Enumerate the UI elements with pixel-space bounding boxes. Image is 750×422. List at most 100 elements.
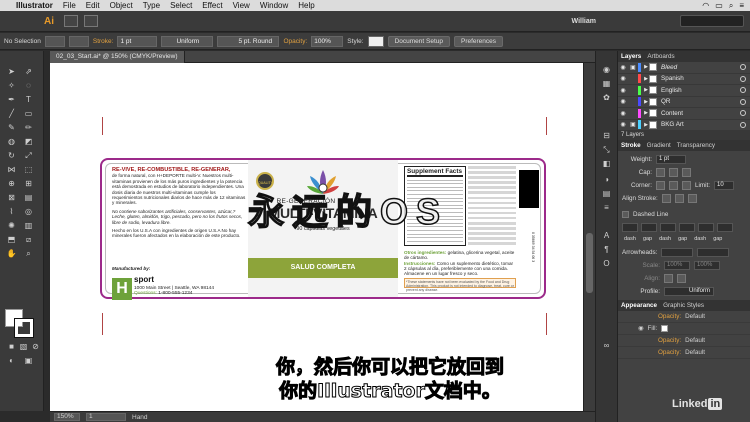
start-scale-field[interactable]: 100%: [664, 261, 690, 270]
transparency-panel-icon[interactable]: ◑: [601, 175, 612, 185]
zoom-tool-icon[interactable]: ⌕: [23, 249, 34, 258]
end-arrow-select[interactable]: [697, 248, 730, 257]
selection-tool-icon[interactable]: ➤: [6, 67, 17, 76]
perspective-grid-icon[interactable]: ⊞: [23, 179, 34, 188]
stroke-swatch[interactable]: [68, 35, 89, 47]
document-tab[interactable]: 02_03_Start.ai* @ 150% (CMYK/Preview): [50, 51, 185, 63]
gap-field[interactable]: [717, 223, 733, 232]
round-cap-icon[interactable]: [669, 168, 678, 177]
fill-swatch-small[interactable]: [661, 325, 669, 332]
stroke-label[interactable]: Stroke:: [93, 38, 114, 45]
bridge-button[interactable]: [64, 15, 78, 27]
appearance-fill-opacity-row[interactable]: Opacity: Default: [618, 335, 750, 347]
menu-file[interactable]: File: [63, 1, 76, 10]
projecting-cap-icon[interactable]: [682, 168, 691, 177]
fill-opacity-link[interactable]: Opacity:: [658, 337, 681, 344]
rotate-tool-icon[interactable]: ↻: [6, 151, 17, 160]
tab-appearance[interactable]: Appearance: [621, 300, 657, 311]
menu-help[interactable]: Help: [298, 1, 314, 10]
style-swatch[interactable]: [367, 35, 384, 47]
tab-graphic-styles[interactable]: Graphic Styles: [663, 300, 704, 311]
gradient-panel-icon[interactable]: ▤: [601, 189, 612, 199]
swatches-panel-icon[interactable]: ▦: [601, 79, 612, 89]
profile-select[interactable]: Uniform: [664, 287, 714, 296]
appearance-opacity-row[interactable]: Opacity: Default: [618, 311, 750, 323]
dashed-checkbox[interactable]: [622, 211, 629, 218]
layer-name[interactable]: QR: [661, 98, 740, 105]
lasso-tool-icon[interactable]: ◌: [23, 81, 34, 90]
artboard-tool-icon[interactable]: ⬒: [6, 235, 17, 244]
draw-mode-icon[interactable]: ◐: [6, 356, 17, 365]
layer-row[interactable]: ◉ ▣ ▶ Bleed: [618, 62, 750, 74]
bevel-join-icon[interactable]: [682, 181, 691, 190]
visibility-eye-icon[interactable]: ◉: [618, 98, 628, 105]
layer-row[interactable]: ◉ ▶ QR: [618, 97, 750, 108]
start-arrow-select[interactable]: [661, 248, 694, 257]
workspace-user[interactable]: William: [572, 18, 596, 25]
target-icon[interactable]: [740, 98, 746, 105]
menu-type[interactable]: Type: [143, 1, 160, 10]
artboard-navigator[interactable]: 1: [86, 413, 126, 421]
pen-tool-icon[interactable]: ✒: [6, 95, 17, 104]
butt-cap-icon[interactable]: [656, 168, 665, 177]
links-panel-icon[interactable]: ∞: [601, 341, 612, 351]
color-panel-icon[interactable]: ◉: [601, 65, 612, 75]
dash-field[interactable]: [660, 223, 676, 232]
tab-transparency[interactable]: Transparency: [677, 140, 715, 151]
tab-layers[interactable]: Layers: [621, 51, 641, 62]
miter-join-icon[interactable]: [656, 181, 665, 190]
visibility-eye-icon[interactable]: ◉: [618, 75, 628, 82]
brush-definition[interactable]: 5 pt. Round: [217, 35, 280, 47]
align-outside-icon[interactable]: [687, 194, 697, 203]
battery-icon[interactable]: ▭: [715, 1, 723, 11]
target-icon[interactable]: [740, 110, 746, 117]
tab-stroke[interactable]: Stroke: [621, 140, 641, 151]
stroke-panel-icon[interactable]: ≡: [601, 203, 612, 213]
menu-view[interactable]: View: [233, 1, 250, 10]
gap-field[interactable]: [641, 223, 657, 232]
paintbrush-tool-icon[interactable]: ✎: [6, 123, 17, 132]
align-panel-icon[interactable]: ⊟: [601, 131, 612, 141]
align-inside-icon[interactable]: [674, 194, 684, 203]
eraser-tool-icon[interactable]: ◩: [23, 137, 34, 146]
stroke-weight-field[interactable]: 1 pt: [117, 35, 158, 47]
shape-builder-icon[interactable]: ⊕: [6, 179, 17, 188]
app-menu[interactable]: Illustrator: [16, 1, 53, 10]
layer-name[interactable]: Content: [661, 110, 740, 117]
tab-artboards[interactable]: Artboards: [647, 51, 674, 62]
visibility-eye-icon[interactable]: ◉: [618, 64, 628, 71]
round-join-icon[interactable]: [669, 181, 678, 190]
variable-width-profile[interactable]: Uniform: [161, 35, 214, 47]
end-scale-field[interactable]: 100%: [694, 261, 720, 270]
opacity-field[interactable]: 100%: [311, 35, 344, 47]
direct-selection-tool-icon[interactable]: ⇗: [23, 67, 34, 76]
width-tool-icon[interactable]: ⋈: [6, 165, 17, 174]
dash-field[interactable]: [622, 223, 638, 232]
help-search-input[interactable]: [680, 15, 744, 27]
blob-brush-icon[interactable]: ◍: [6, 137, 17, 146]
none-mode-icon[interactable]: ⊘: [30, 342, 41, 351]
scroll-thumb[interactable]: [586, 233, 593, 293]
scale-tool-icon[interactable]: ⤢: [23, 151, 34, 160]
eyedropper-tool-icon[interactable]: ⌇: [6, 207, 17, 216]
layer-row[interactable]: ◉ ▣ ▶ BKG Art: [618, 120, 750, 131]
arrow-end-icon[interactable]: [677, 274, 686, 283]
mesh-tool-icon[interactable]: ⊠: [6, 193, 17, 202]
opacity-link[interactable]: Opacity:: [658, 313, 681, 320]
search-icon[interactable]: ⌕: [729, 1, 733, 11]
zoom-field[interactable]: 150%: [54, 413, 80, 421]
arrange-documents-button[interactable]: [84, 15, 98, 27]
menu-select[interactable]: Select: [170, 1, 192, 10]
lock-icon[interactable]: ▣: [628, 121, 638, 128]
menu-effect[interactable]: Effect: [202, 1, 222, 10]
brushes-panel-icon[interactable]: ✿: [601, 93, 612, 103]
pathfinder-panel-icon[interactable]: ◧: [601, 159, 612, 169]
target-icon[interactable]: [740, 121, 746, 128]
visibility-eye-icon[interactable]: ◉: [618, 87, 628, 94]
list-icon[interactable]: ≡: [739, 1, 744, 11]
symbol-sprayer-icon[interactable]: ✺: [6, 221, 17, 230]
character-panel-icon[interactable]: A: [601, 231, 612, 241]
eye-icon[interactable]: ◉: [638, 325, 644, 332]
free-transform-icon[interactable]: ⬚: [23, 165, 34, 174]
preferences-button[interactable]: Preferences: [453, 35, 504, 47]
